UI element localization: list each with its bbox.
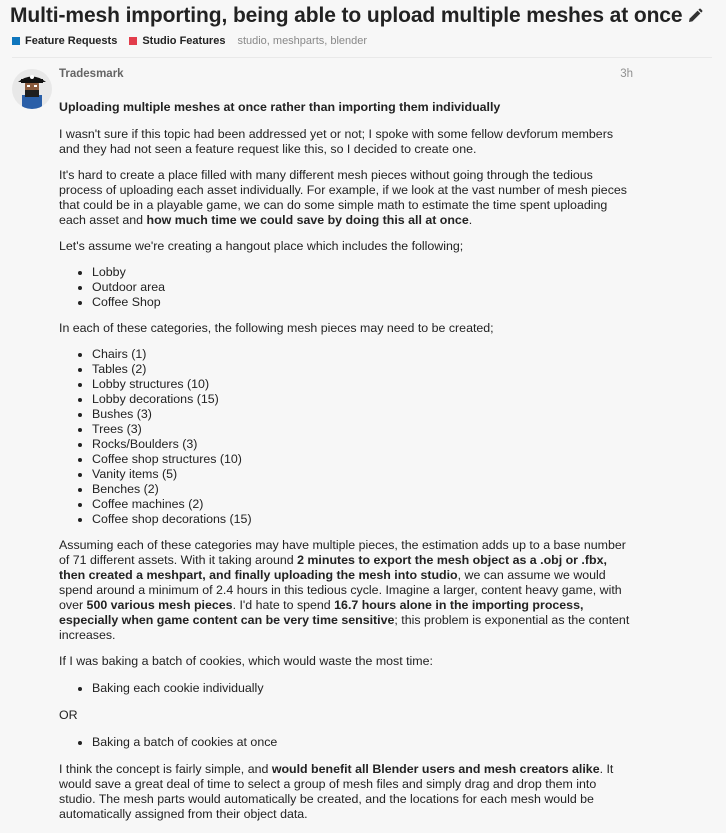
list-item: Coffee shop decorations (15) bbox=[92, 512, 633, 527]
list-item: Baking each cookie individually bbox=[92, 681, 633, 696]
list-item: Lobby decorations (15) bbox=[92, 392, 633, 407]
paragraph: OR bbox=[59, 708, 78, 722]
paragraph: In each of these categories, the followi… bbox=[59, 321, 494, 335]
list-item: Vanity items (5) bbox=[92, 467, 633, 482]
list-item: Baking a batch of cookies at once bbox=[92, 735, 633, 750]
list-item: Rocks/Boulders (3) bbox=[92, 437, 633, 452]
list-item: Coffee machines (2) bbox=[92, 497, 633, 512]
bullet-list: Lobby Outdoor area Coffee Shop bbox=[59, 265, 633, 310]
paragraph: Assuming each of these categories may ha… bbox=[59, 538, 630, 642]
list-item: Tables (2) bbox=[92, 362, 633, 377]
post-username[interactable]: Tradesmark bbox=[59, 67, 124, 82]
bullet-list: Chairs (1) Tables (2) Lobby structures (… bbox=[59, 347, 633, 527]
list-item: Benches (2) bbox=[92, 482, 633, 497]
paragraph: If I was baking a batch of cookies, whic… bbox=[59, 654, 433, 668]
pencil-icon[interactable] bbox=[687, 8, 703, 24]
paragraph: I think the concept is fairly simple, an… bbox=[59, 762, 614, 821]
category-label: Feature Requests bbox=[25, 35, 118, 47]
category-feature-requests[interactable]: Feature Requests bbox=[12, 35, 117, 47]
post-timestamp[interactable]: 3h bbox=[620, 67, 633, 82]
avatar[interactable] bbox=[12, 69, 52, 109]
post-heading: Uploading multiple meshes at once rather… bbox=[59, 100, 501, 114]
divider bbox=[12, 57, 712, 58]
category-color-square bbox=[12, 37, 20, 45]
topic-meta: Feature Requests Studio Features studio,… bbox=[12, 35, 367, 47]
list-item: Trees (3) bbox=[92, 422, 633, 437]
topic-header: Multi-mesh importing, being able to uplo… bbox=[10, 4, 722, 28]
list-item: Bushes (3) bbox=[92, 407, 633, 422]
list-item: Coffee shop structures (10) bbox=[92, 452, 633, 467]
post-header: Tradesmark 3h bbox=[59, 67, 633, 82]
category-label: Studio Features bbox=[142, 35, 226, 47]
topic-tags[interactable]: studio, meshparts, blender bbox=[237, 35, 367, 47]
list-item: Lobby bbox=[92, 265, 633, 280]
list-item: Chairs (1) bbox=[92, 347, 633, 362]
post: Tradesmark 3h Uploading multiple meshes … bbox=[59, 67, 633, 833]
bullet-list: Baking each cookie individually bbox=[59, 681, 633, 696]
paragraph: It's hard to create a place filled with … bbox=[59, 168, 627, 227]
list-item: Outdoor area bbox=[92, 280, 633, 295]
topic-title[interactable]: Multi-mesh importing, being able to uplo… bbox=[10, 4, 683, 28]
list-item: Lobby structures (10) bbox=[92, 377, 633, 392]
paragraph: I wasn't sure if this topic had been add… bbox=[59, 127, 614, 156]
paragraph: Let's assume we're creating a hangout pl… bbox=[59, 239, 464, 253]
bullet-list: Baking a batch of cookies at once bbox=[59, 735, 633, 750]
category-studio-features[interactable]: Studio Features bbox=[129, 35, 225, 47]
category-color-square bbox=[129, 37, 138, 45]
list-item: Coffee Shop bbox=[92, 295, 633, 310]
